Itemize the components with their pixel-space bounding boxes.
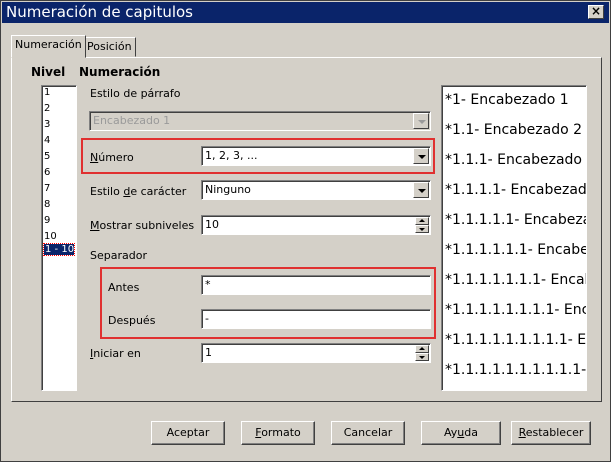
level-item[interactable]: 9 [44,215,74,226]
level-item[interactable]: 2 [44,103,74,114]
preview-line: *1.1.1.1.1.1.1.1.1.1- Encabezado 10 [445,362,587,378]
close-button[interactable]: × [588,5,604,19]
after-label: Después [108,314,156,327]
sublevels-stepper[interactable]: 10 [201,215,431,235]
accept-button[interactable]: Aceptar [151,421,225,445]
level-item[interactable]: 5 [44,151,74,162]
preview-line: *1- Encabezado 1 [445,92,569,108]
after-input[interactable]: - [201,309,431,329]
title-bar: Numeración de capitulos × [2,2,609,23]
level-item-selected[interactable]: 1 - 10 [43,243,75,256]
tab-numeracion[interactable]: Numeración [11,35,86,58]
preview-line: *1.1.1.1.1.1.1- Encabezado 7 [445,272,586,288]
sublevels-label: Mostrar subniveles [90,219,195,232]
close-icon: × [590,4,602,18]
spin-icon[interactable] [415,217,429,233]
number-value: 1, 2, 3, ... [205,149,258,162]
dialog-window: Numeración de capitulos × Numeración Pos… [0,0,611,462]
numbering-header: Numeración [79,65,161,79]
reset-button[interactable]: Restablecer [511,421,591,445]
preview-line: *1.1.1.1.1.1- Encabezado 6 [445,242,586,258]
chevron-down-icon[interactable] [413,148,429,164]
start-at-value: 1 [205,346,212,359]
format-button[interactable]: Formato [241,421,315,445]
spin-icon[interactable] [415,345,429,361]
preview-line: *1.1.1.1.1- Encabezado 5 [445,212,586,228]
level-list[interactable]: 1 2 3 4 5 6 7 8 9 10 1 - 10 [41,85,77,391]
sublevels-value: 10 [205,218,219,231]
preview-line: *1.1.1.1- Encabezado 4 [445,182,587,198]
start-at-label: Iniciar en [90,347,141,360]
help-button[interactable]: Ayuda [421,421,501,445]
number-select[interactable]: 1, 2, 3, ... [201,146,431,166]
paragraph-style-select[interactable]: Encabezado 1 [89,111,431,131]
start-at-stepper[interactable]: 1 [201,343,431,363]
char-style-select[interactable]: Ninguno [201,180,431,200]
tab-posicion-label: Posición [87,40,132,53]
cancel-button[interactable]: Cancelar [331,421,405,445]
number-label: Número [90,151,134,164]
separator-label: Separador [90,249,147,262]
level-item[interactable]: 4 [44,135,74,146]
numbering-preview: *1- Encabezado 1 *1.1- Encabezado 2 *1.1… [441,85,587,391]
chevron-down-icon[interactable] [413,113,429,129]
tab-numeracion-label: Numeración [15,38,82,51]
level-item[interactable]: 1 [44,87,74,98]
level-header: Nivel [31,65,66,79]
chevron-down-icon[interactable] [413,182,429,198]
preview-line: *1.1- Encabezado 2 [445,122,582,138]
level-item[interactable]: 3 [44,119,74,130]
after-value: - [205,312,209,325]
level-item[interactable]: 8 [44,199,74,210]
tab-posicion[interactable]: Posición [83,37,136,57]
level-item[interactable]: 6 [44,167,74,178]
preview-line: *1.1.1- Encabezado 3 [445,152,587,168]
preview-line: *1.1.1.1.1.1.1.1- Encabezado 8 [445,302,586,318]
level-item[interactable]: 7 [44,183,74,194]
level-item[interactable]: 10 [44,231,74,242]
paragraph-style-value: Encabezado 1 [93,114,171,127]
before-input[interactable]: * [201,275,431,295]
before-value: * [205,278,211,291]
preview-line: *1.1.1.1.1.1.1.1.1- Encabezado 9 [445,332,587,348]
char-style-value: Ninguno [205,183,251,196]
dialog-title: Numeración de capitulos [6,3,193,21]
paragraph-style-label: Estilo de párrafo [90,87,181,100]
before-label: Antes [108,281,140,294]
char-style-label: Estilo de carácter [90,185,187,198]
